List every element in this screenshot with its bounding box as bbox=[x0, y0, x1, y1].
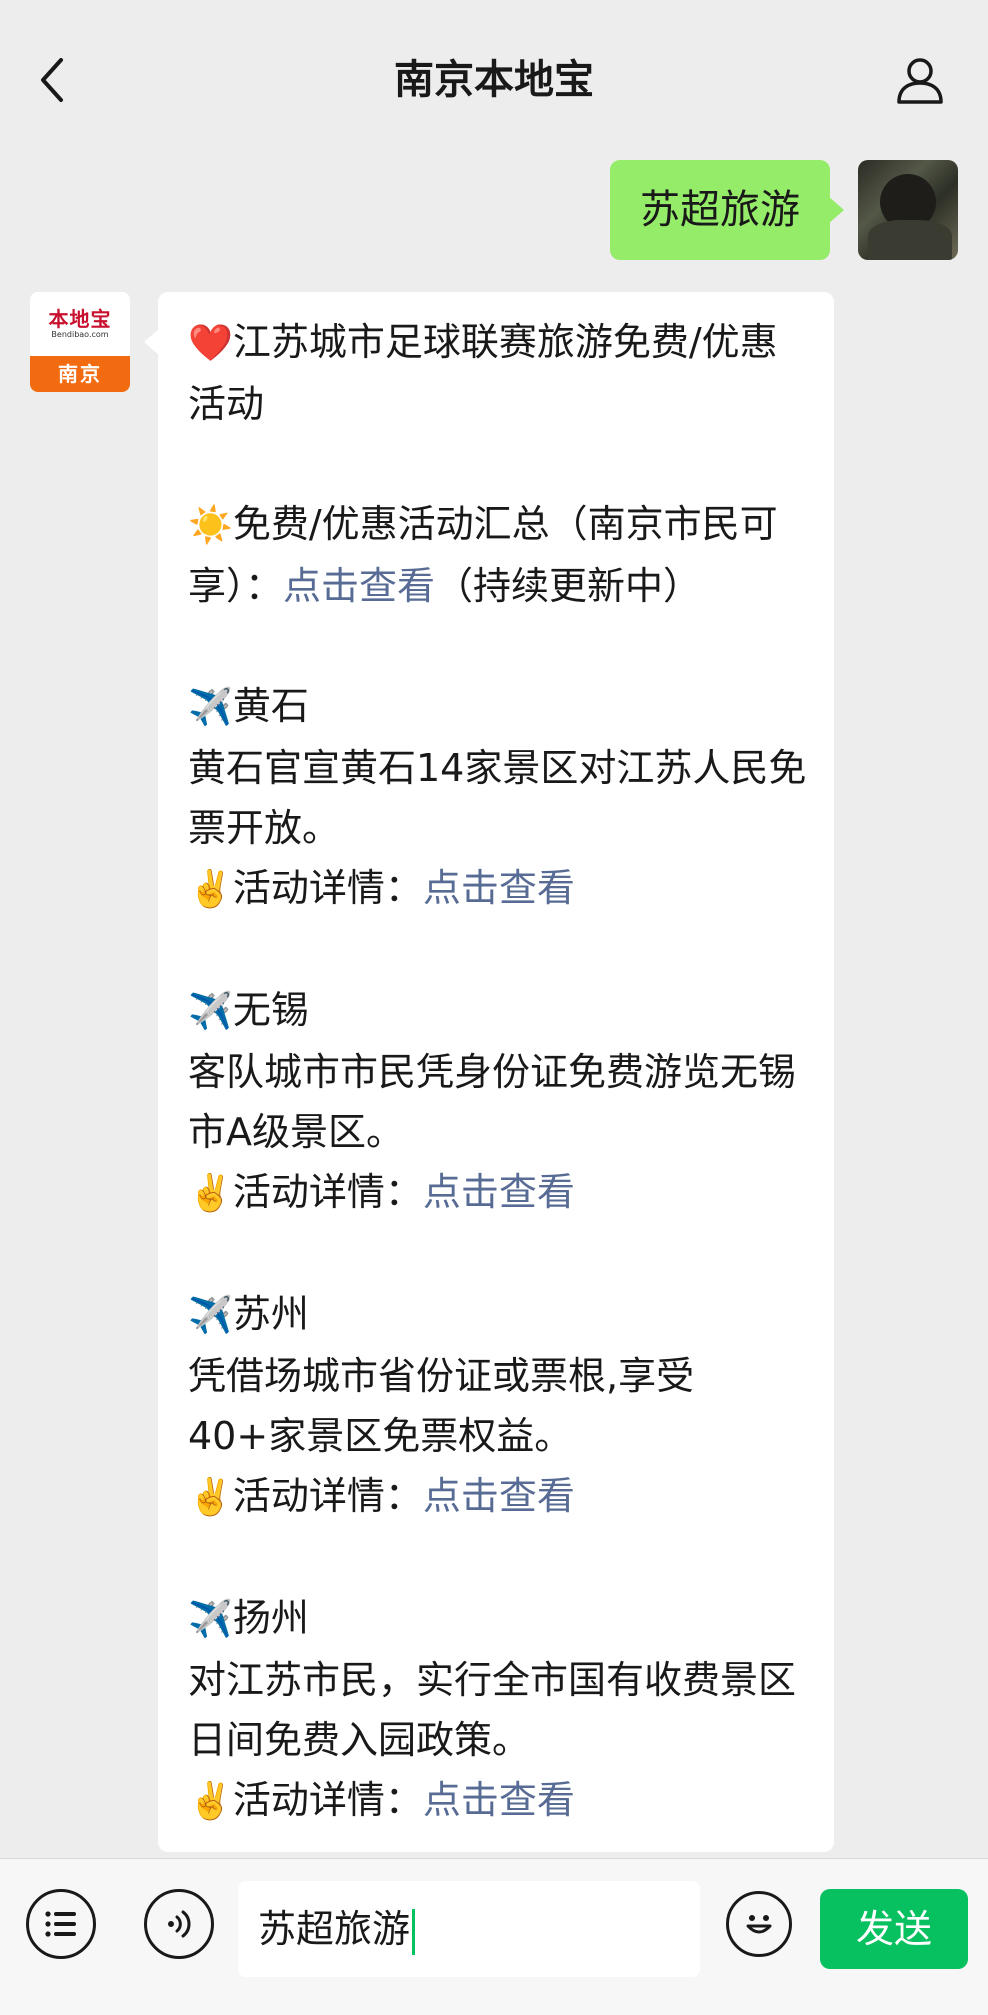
voice-icon[interactable] bbox=[144, 1889, 214, 1959]
sun-icon: ☀️ bbox=[188, 505, 233, 546]
section-detail-huangshi: ✌️活动详情：点击查看 bbox=[188, 866, 575, 910]
text-cursor bbox=[412, 1908, 416, 1955]
detail-link-wuxi[interactable]: 点击查看 bbox=[423, 1170, 575, 1214]
my-avatar[interactable] bbox=[858, 160, 958, 260]
top-bar: 南京本地宝 bbox=[0, 0, 988, 140]
bendibao-brand: 本地宝 bbox=[48, 307, 112, 331]
section-city-wuxi: ✈️无锡 bbox=[188, 988, 309, 1032]
airplane-icon: ✈️ bbox=[188, 1295, 233, 1336]
heart-icon: ❤️ bbox=[188, 323, 233, 364]
section-detail-suzhou: ✌️活动详情：点击查看 bbox=[188, 1474, 575, 1518]
outgoing-bubble[interactable]: 苏超旅游 bbox=[610, 160, 844, 260]
summary-line: ☀️免费/优惠活动汇总（南京市民可享）：点击查看（持续更新中） bbox=[188, 502, 778, 608]
section-desc-suzhou: 凭借场城市省份证或票根,享受40+家景区免票权益。 bbox=[188, 1354, 695, 1458]
victory-hand-icon: ✌️ bbox=[188, 869, 233, 910]
input-bar: 苏超旅游 发送 bbox=[0, 1858, 988, 2015]
summary-link[interactable]: 点击查看 bbox=[283, 564, 435, 608]
message-input[interactable]: 苏超旅游 bbox=[238, 1881, 700, 1977]
emoji-smile-icon[interactable] bbox=[726, 1891, 792, 1957]
input-value: 苏超旅游 bbox=[258, 1907, 411, 1951]
detail-link-huangshi[interactable]: 点击查看 bbox=[423, 866, 575, 910]
section-desc-yangzhou: 对江苏市民，实行全市国有收费景区日间免费入园政策。 bbox=[188, 1658, 797, 1762]
bendibao-logo: 本地宝 Bendibao.com bbox=[30, 292, 130, 356]
bendibao-city: 南京 bbox=[30, 356, 130, 392]
section-detail-wuxi: ✌️活动详情：点击查看 bbox=[188, 1170, 575, 1214]
airplane-icon: ✈️ bbox=[188, 687, 233, 728]
incoming-bubble: ❤️江苏城市足球联赛旅游免费/优惠活动 ☀️免费/优惠活动汇总（南京市民可享）：… bbox=[144, 292, 834, 1852]
section-desc-wuxi: 客队城市市民凭身份证免费游览无锡市A级景区。 bbox=[188, 1050, 797, 1154]
user-profile-icon[interactable] bbox=[890, 48, 950, 112]
victory-hand-icon: ✌️ bbox=[188, 1477, 233, 1518]
victory-hand-icon: ✌️ bbox=[188, 1781, 233, 1822]
outgoing-text: 苏超旅游 bbox=[640, 187, 800, 233]
chat-title: 南京本地宝 bbox=[394, 57, 594, 103]
section-city-yangzhou: ✈️扬州 bbox=[188, 1596, 309, 1640]
airplane-icon: ✈️ bbox=[188, 991, 233, 1032]
send-button[interactable]: 发送 bbox=[820, 1889, 968, 1969]
bendibao-url: Bendibao.com bbox=[51, 330, 109, 339]
victory-hand-icon: ✌️ bbox=[188, 1173, 233, 1214]
section-city-suzhou: ✈️苏州 bbox=[188, 1292, 309, 1336]
outgoing-message-row: 苏超旅游 bbox=[610, 160, 958, 260]
detail-link-suzhou[interactable]: 点击查看 bbox=[423, 1474, 575, 1518]
bendibao-avatar[interactable]: 本地宝 Bendibao.com 南京 bbox=[30, 292, 130, 392]
section-city-huangshi: ✈️黄石 bbox=[188, 684, 309, 728]
section-desc-huangshi: 黄石官宣黄石14家景区对江苏人民免票开放。 bbox=[188, 746, 807, 850]
message-heading: ❤️江苏城市足球联赛旅游免费/优惠活动 bbox=[188, 320, 778, 426]
message-body: ❤️江苏城市足球联赛旅游免费/优惠活动 ☀️免费/优惠活动汇总（南京市民可享）：… bbox=[188, 312, 808, 1832]
section-detail-yangzhou: ✌️活动详情：点击查看 bbox=[188, 1778, 575, 1822]
airplane-icon: ✈️ bbox=[188, 1599, 233, 1640]
detail-link-yangzhou[interactable]: 点击查看 bbox=[423, 1778, 575, 1822]
menu-list-icon[interactable] bbox=[26, 1889, 96, 1959]
